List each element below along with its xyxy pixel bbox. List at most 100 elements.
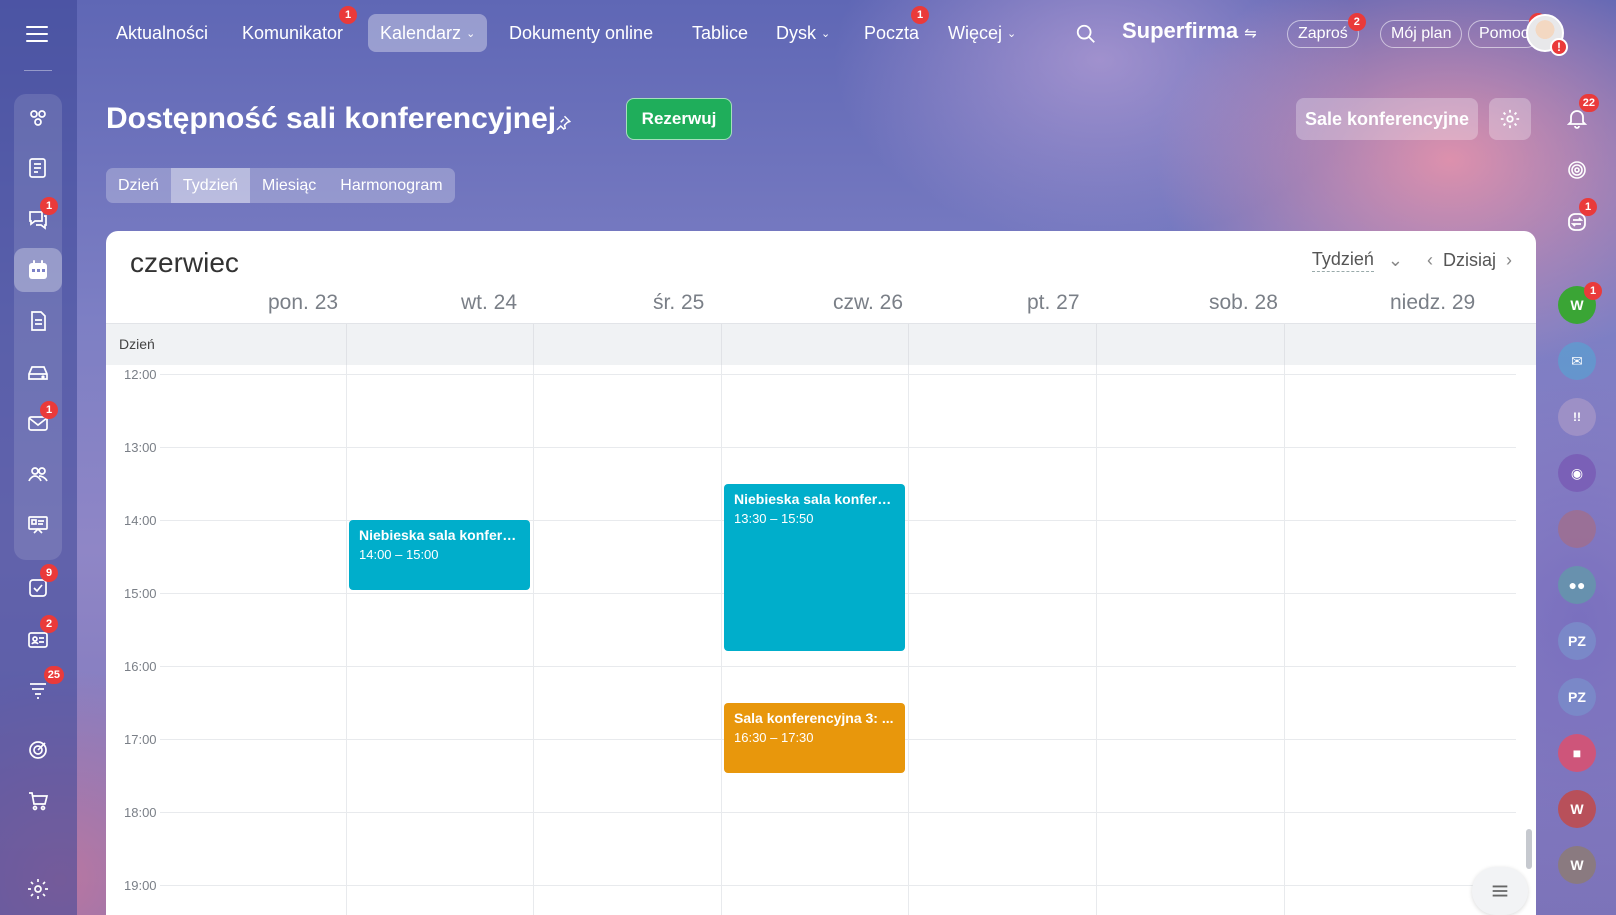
hour-label: 17:00 [124,732,157,747]
tab-schedule[interactable]: Harmonogram [328,168,454,203]
nav-item-messenger[interactable]: Komunikator 1 [230,6,358,52]
next-week-button[interactable]: › [1506,250,1512,271]
alert-badge: ! [1550,38,1568,56]
chat-avatar[interactable]: PZ [1558,622,1596,660]
event-time: 16:30 – 17:30 [734,729,814,745]
chat-avatar[interactable]: ◉ [1558,454,1596,492]
chat-avatar[interactable]: W [1558,790,1596,828]
day-header[interactable]: czw. 26 [833,291,903,315]
list-view-button[interactable] [1472,867,1528,915]
reserve-button[interactable]: Rezerwuj [626,98,732,140]
conference-rooms-button[interactable]: Sale konferencyjne [1296,98,1478,140]
invite-badge: 2 [1347,13,1366,31]
avatar-initials: W [1570,857,1584,873]
settings-button[interactable] [1489,98,1531,140]
my-plan-button[interactable]: Mój plan [1380,20,1463,48]
sync-button[interactable]: 1 [1557,198,1597,242]
nav-label: Poczta [864,23,920,43]
video-call-button[interactable]: ■ [1558,734,1596,772]
sidebar-item-crm[interactable]: 2 [14,615,62,661]
messenger-badge: 1 [339,6,358,24]
tab-week[interactable]: Tydzień [170,168,251,203]
nav-item-mail[interactable]: Poczta 1 [852,6,931,52]
hour-label: 12:00 [124,367,157,382]
sidebar-item-shop[interactable] [14,779,62,823]
copilot-button[interactable] [1557,150,1597,190]
sidebar-item-feed[interactable] [14,96,62,140]
target-icon [29,741,47,759]
sidebar-item-goals[interactable] [14,728,62,772]
sidebar-item-sales[interactable]: 25 [14,666,64,712]
sidebar-item-calendar[interactable] [14,248,62,292]
tab-month[interactable]: Miesiąc [250,168,328,203]
nav-item-more[interactable]: Więcej ⌄ [936,14,1028,52]
tab-day[interactable]: Dzień [106,168,171,203]
menu-icon[interactable] [26,26,48,42]
nav-item-boards[interactable]: Tablice [680,14,760,52]
sidebar-item-documents[interactable] [14,299,62,343]
nav-label: Komunikator [242,23,344,43]
notifications-button[interactable]: 22 [1557,94,1599,138]
column-divider [1284,324,1285,366]
chat-avatar[interactable]: ●● [1558,566,1596,604]
column-divider [1096,324,1097,366]
chat-avatar[interactable]: ✉ [1558,342,1596,380]
hour-line [160,447,1516,448]
day-header[interactable]: pt. 27 [1027,291,1080,315]
chat-avatar[interactable]: W 1 [1558,282,1602,324]
chat-avatar[interactable] [1558,510,1596,548]
chat-avatar[interactable]: W [1558,846,1596,884]
all-day-row: Dzień [106,323,1536,366]
column-divider [908,324,909,366]
chevron-down-icon[interactable]: ⌄ [1388,250,1403,271]
hour-line [160,885,1516,886]
video-camera-icon: ■ [1572,745,1582,761]
tasks-badge: 9 [40,564,58,582]
calendar-event[interactable]: Niebieska sala konfere... 14:00 – 15:00 [349,520,530,590]
sidebar-item-news[interactable] [14,146,62,190]
crm-badge: 2 [40,615,58,633]
chat-avatar[interactable]: !! [1558,398,1596,436]
today-button[interactable]: Dzisiaj [1443,250,1496,271]
prev-week-button[interactable]: ‹ [1427,250,1433,271]
nav-label: Dokumenty online [509,23,654,43]
view-select[interactable]: Tydzień [1311,249,1374,272]
hour-label: 13:00 [124,440,157,455]
event-title: Sala konferencyjna 3: ... [734,709,894,726]
calendar-event[interactable]: Niebieska sala konfere... 13:30 – 15:50 [724,483,905,651]
day-header[interactable]: sob. 28 [1209,291,1278,315]
column-divider [346,324,347,366]
day-header[interactable]: niedz. 29 [1390,291,1475,315]
time-grid[interactable]: 12:00 13:00 14:00 15:00 16:00 17:00 18:00 19:00… [106,365,1536,915]
day-header[interactable]: śr. 25 [653,291,704,315]
presentation-icon [28,516,48,534]
sidebar-item-tasks[interactable]: 9 [14,564,62,610]
user-avatar[interactable]: ! [1526,14,1568,56]
pin-icon[interactable] [554,114,572,132]
nav-label: Aktualności [116,23,209,43]
sidebar-item-drive[interactable] [14,350,62,394]
sidebar-item-mail[interactable]: 1 [14,401,62,445]
sidebar-item-chat[interactable]: 1 [14,197,62,241]
calendar-event[interactable]: Sala konferencyjna 3: ... 16:30 – 17:30 [724,702,905,773]
sidebar-settings[interactable] [14,867,62,911]
sidebar-item-rooms[interactable] [14,503,62,547]
nav-item-calendar[interactable]: Kalendarz ⌄ [368,14,488,52]
company-brand[interactable]: Superfirma ⇋ [1122,18,1257,44]
scrollbar[interactable] [1526,829,1532,869]
feed-icon [30,110,46,126]
day-header[interactable]: pon. 23 [268,291,338,315]
nav-item-feed[interactable]: Aktualności [104,14,220,52]
nav-item-online-docs[interactable]: Dokumenty online [497,14,665,52]
invite-label: Zaproś [1298,25,1348,42]
mail-nav-badge: 1 [911,6,930,24]
chat-avatar[interactable]: PZ [1558,678,1596,716]
sidebar-item-employees[interactable] [14,452,62,496]
day-header[interactable]: wt. 24 [461,291,517,315]
nav-item-drive[interactable]: Dysk ⌄ [764,14,842,52]
search-icon[interactable] [1075,23,1097,45]
avatar-initials: W [1570,801,1584,817]
avatar-initials: W [1570,297,1584,313]
invite-button[interactable]: Zaproś 2 [1287,13,1366,48]
event-time: 13:30 – 15:50 [734,510,814,526]
